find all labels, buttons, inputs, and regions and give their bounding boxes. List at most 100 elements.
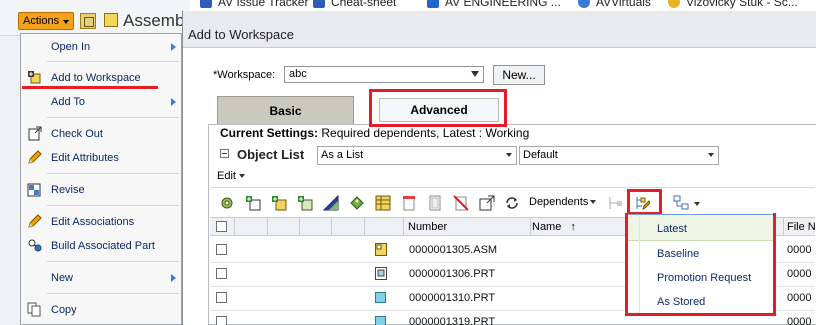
bookmark-icon — [668, 0, 680, 8]
menu-divider — [47, 117, 179, 118]
bookmark-icon — [200, 0, 212, 8]
menu-item-open-in[interactable]: Open In — [21, 36, 181, 58]
object-list-title: Object List — [237, 147, 305, 162]
menu-item-add-to[interactable]: Add To — [21, 91, 181, 113]
copy-icon — [27, 302, 42, 317]
part-icon — [375, 315, 387, 325]
open-external-icon[interactable] — [479, 195, 495, 211]
cell-number[interactable]: 0000001306.PRT — [409, 268, 495, 280]
menu-divider — [47, 205, 179, 206]
bookmark-av-engineering[interactable]: AV ENGINEERING ... — [445, 0, 561, 9]
edit-menu[interactable]: Edit — [217, 170, 245, 182]
menu-item-label: Check Out — [51, 128, 103, 140]
current-settings-label: Current Settings: — [220, 126, 319, 140]
table-view-icon[interactable] — [375, 195, 391, 211]
row-checkbox[interactable] — [216, 292, 227, 303]
bookmark-cheat-sheet[interactable]: Cheat-sheet — [331, 0, 396, 9]
current-settings-value: Required dependents, Latest : Working — [321, 126, 530, 140]
menu-item-edit-associations[interactable]: Edit Associations — [21, 211, 181, 233]
highlight-underline — [22, 86, 158, 89]
advanced-tab-highlight: Advanced — [369, 89, 507, 127]
view-select[interactable]: As a List — [317, 146, 517, 165]
submenu-arrow-icon — [171, 98, 176, 106]
bookmark-icon — [313, 0, 325, 8]
chevron-down-icon — [471, 71, 479, 77]
cell-number[interactable]: 0000001310.PRT — [409, 292, 495, 304]
sort-ascending-icon: ↑ — [570, 221, 576, 233]
column-header-name-label: Name — [532, 221, 562, 233]
menu-item-label: Revise — [51, 184, 85, 196]
remove-icon[interactable] — [401, 195, 417, 211]
chevron-down-icon — [238, 174, 245, 179]
add-related-icon[interactable] — [297, 195, 313, 211]
document-icon[interactable] — [427, 195, 443, 211]
menu-item-new[interactable]: New — [21, 267, 181, 289]
menu-item-label: Build Associated Part — [51, 240, 155, 252]
menu-divider — [47, 261, 179, 262]
menu-item-edit-attributes[interactable]: Edit Attributes — [21, 147, 181, 169]
column-divider — [267, 218, 268, 235]
bookmark-icon — [427, 0, 439, 8]
background-toolbar: Actions Assemb — [0, 0, 190, 36]
chevron-down-icon[interactable] — [694, 202, 700, 206]
edit-menu-label: Edit — [217, 170, 236, 182]
menu-divider — [47, 293, 179, 294]
column-header-file-name[interactable]: File Na — [787, 221, 816, 233]
menu-item-label: Open In — [51, 41, 91, 53]
bookmark-avvirtuals[interactable]: AVVirtuals — [596, 0, 651, 9]
row-checkbox[interactable] — [216, 268, 227, 279]
configuration-select[interactable]: Default — [519, 146, 719, 165]
page-title: Assemb — [123, 11, 185, 30]
dialog-title-bar: Add to Workspace — [183, 11, 816, 48]
structure-view-icon[interactable] — [673, 195, 689, 211]
dependents-menu[interactable]: Dependents — [529, 196, 597, 208]
actions-button[interactable]: Actions — [18, 12, 74, 30]
menu-item-check-out[interactable]: Check Out — [21, 123, 181, 145]
menu-item-label: Add To — [51, 96, 86, 108]
column-divider — [403, 218, 404, 235]
collapse-icon[interactable] — [220, 149, 229, 158]
menu-item-copy[interactable]: Copy — [21, 299, 181, 321]
column-header-name[interactable]: Name ↑ — [532, 221, 576, 233]
select-all-checkbox[interactable] — [216, 221, 227, 232]
collection-rules-icon[interactable] — [607, 195, 623, 211]
cell-number[interactable]: 0000001305.ASM — [409, 244, 497, 256]
tab-basic[interactable]: Basic — [217, 96, 354, 127]
info-page-icon[interactable] — [80, 13, 96, 29]
actions-context-menu: Open In Add to Workspace Add To Check Ou… — [20, 33, 182, 325]
row-checkbox[interactable] — [216, 244, 227, 255]
chevron-down-icon — [63, 20, 69, 24]
menu-item-label: Copy — [51, 304, 77, 316]
bookmark-av-issue-tracker[interactable]: AV Issue Tracker — [218, 0, 308, 9]
workspace-select[interactable]: abc — [284, 66, 484, 83]
settings-gear-icon[interactable] — [219, 195, 235, 211]
add-to-workspace-icon — [27, 70, 42, 85]
refresh-icon[interactable] — [504, 195, 520, 211]
cell-number[interactable]: 0000001319.PRT — [409, 316, 495, 325]
row-checkbox[interactable] — [216, 316, 227, 325]
triangle-select-icon[interactable] — [322, 194, 339, 211]
add-dependents-icon[interactable] — [271, 195, 287, 211]
tab-advanced[interactable]: Advanced — [379, 98, 499, 122]
menu-divider — [47, 173, 179, 174]
menu-item-revise[interactable]: Revise — [21, 179, 181, 201]
actions-label: Actions — [23, 15, 60, 27]
build-part-icon — [27, 238, 42, 253]
submenu-arrow-icon — [171, 43, 176, 51]
cell-file-name: 0000 — [787, 244, 812, 256]
bookmark-vizovicky[interactable]: Vizovicky Stuk - Sc... — [686, 0, 798, 9]
delete-icon[interactable] — [453, 195, 469, 211]
configuration-select-value: Default — [523, 149, 558, 161]
column-divider — [364, 218, 365, 235]
tag-icon[interactable] — [349, 195, 365, 211]
cell-file-name: 0000 — [787, 316, 812, 325]
revise-icon — [27, 182, 42, 197]
drawing-part-icon — [375, 267, 387, 280]
add-object-icon[interactable] — [245, 195, 261, 211]
menu-divider — [47, 61, 179, 62]
column-divider — [783, 218, 784, 235]
workspace-label: *Workspace: — [213, 69, 276, 81]
column-header-number[interactable]: Number — [408, 221, 447, 233]
menu-item-build-associated-part[interactable]: Build Associated Part — [21, 235, 181, 257]
new-workspace-button[interactable]: New... — [493, 65, 545, 85]
